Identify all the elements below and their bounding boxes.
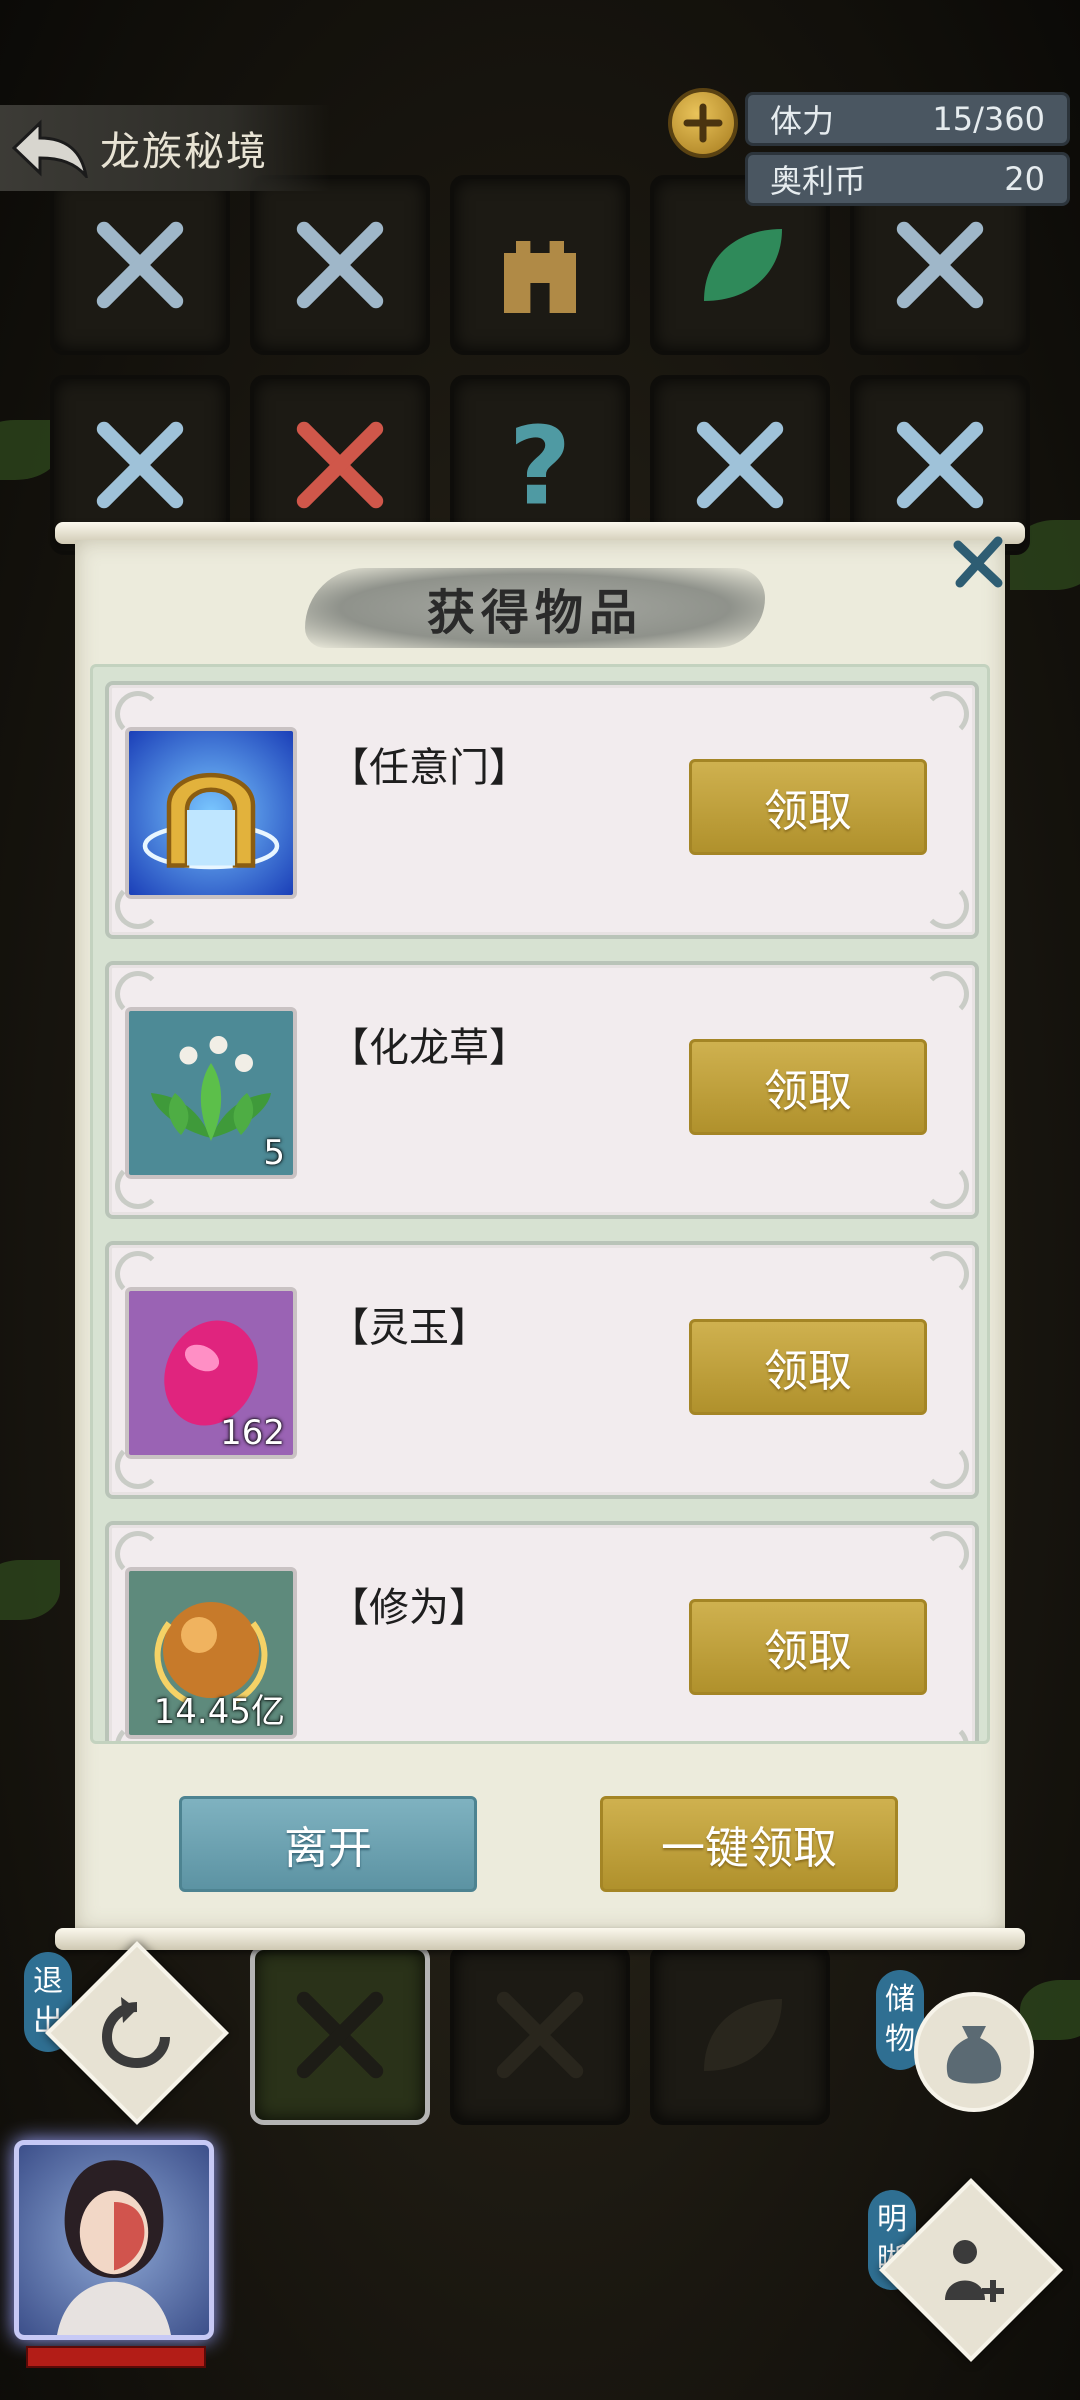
dialog-title: 获得物品	[426, 585, 643, 641]
scroll-rod-bottom	[55, 1928, 1025, 1950]
add-stamina-button[interactable]	[668, 88, 738, 158]
crossed-swords-icon	[96, 221, 184, 309]
page-title: 龙族秘境	[100, 129, 268, 175]
reward-item: 【任意门】 领取	[105, 681, 979, 939]
plus-icon	[683, 103, 723, 143]
crossed-swords-icon	[96, 421, 184, 509]
close-icon	[953, 536, 1003, 588]
claim-button[interactable]: 领取	[689, 759, 927, 855]
leave-button[interactable]: 离开	[179, 1796, 477, 1892]
cloud-ornament	[923, 1163, 969, 1209]
crossed-swords-icon	[896, 421, 984, 509]
reward-dialog: 获得物品 【任意门】 领取 5 【化龙草】 领取 162 【灵玉】 领取 14.…	[55, 522, 1025, 1950]
character-plus-icon	[906, 2205, 1036, 2335]
coin-label: 奥利币	[770, 162, 867, 200]
coin-display: 奥利币 20	[745, 152, 1070, 206]
stamina-display: 体力 15/360	[745, 92, 1070, 146]
cloud-ornament	[923, 883, 969, 929]
herb-cell[interactable]	[650, 1945, 830, 2125]
claim-all-button[interactable]: 一键领取	[600, 1796, 898, 1892]
stamina-label: 体力	[770, 102, 835, 140]
reward-item-count: 14.45亿	[153, 1692, 285, 1732]
coin-value: 20	[1004, 160, 1045, 198]
money-bag-icon	[946, 2026, 1002, 2084]
back-button[interactable]	[0, 105, 100, 191]
claim-button[interactable]: 领取	[689, 1319, 927, 1415]
cloud-ornament	[923, 1723, 969, 1741]
title-bar: 龙族秘境	[0, 105, 330, 191]
player-health-bar	[26, 2346, 206, 2368]
crossed-swords-icon	[896, 221, 984, 309]
reward-item-name: 【化龙草】	[329, 1025, 529, 1071]
claim-button[interactable]: 领取	[689, 1039, 927, 1135]
storage-bag-button[interactable]	[914, 1992, 1034, 2112]
cultivation-orb-icon: 14.45亿	[125, 1567, 297, 1739]
dragon-herb-icon: 5	[125, 1007, 297, 1179]
svg-text:?: ?	[509, 405, 572, 525]
cloud-ornament	[923, 691, 969, 737]
back-arrow-icon	[11, 119, 88, 178]
leaf-icon	[704, 1999, 782, 2071]
cloud-ornament	[923, 1251, 969, 1297]
reward-item: 5 【化龙草】 领取	[105, 961, 979, 1219]
reward-item-name: 【灵玉】	[329, 1305, 489, 1351]
battle-cell[interactable]	[450, 1945, 630, 2125]
player-avatar[interactable]	[14, 2140, 214, 2340]
reward-item-count: 162	[220, 1413, 285, 1453]
reward-item: 162 【灵玉】 领取	[105, 1241, 979, 1499]
castle-icon	[504, 241, 576, 313]
leaf-icon	[704, 229, 782, 301]
cloud-ornament	[923, 1531, 969, 1577]
battle-cell[interactable]	[50, 175, 230, 355]
reward-item: 14.45亿 【修为】 领取	[105, 1521, 979, 1741]
character-portrait-icon	[57, 2160, 171, 2335]
reward-item-count: 5	[263, 1133, 285, 1173]
stamina-value: 15/360	[932, 100, 1045, 138]
cloud-ornament	[923, 1443, 969, 1489]
battle-cell[interactable]	[250, 175, 430, 355]
question-mark-icon: ?	[509, 405, 572, 525]
red-crossed-swords-icon	[296, 421, 384, 509]
crossed-swords-icon	[296, 221, 384, 309]
claim-button[interactable]: 领取	[689, 1599, 927, 1695]
current-position-cell[interactable]	[250, 1945, 430, 2125]
reward-item-name: 【修为】	[329, 1585, 489, 1631]
reward-list[interactable]: 【任意门】 领取 5 【化龙草】 领取 162 【灵玉】 领取 14.45亿 【…	[90, 664, 990, 1744]
golden-gate-icon	[125, 727, 297, 899]
cloud-ornament	[923, 971, 969, 1017]
spirit-jade-icon: 162	[125, 1287, 297, 1459]
castle-cell[interactable]	[450, 175, 630, 355]
close-button[interactable]	[943, 528, 1013, 598]
undo-arrow-icon	[72, 1968, 202, 2098]
crossed-swords-icon	[696, 421, 784, 509]
crossed-swords-icon	[296, 1991, 384, 2079]
reward-item-name: 【任意门】	[329, 745, 529, 791]
dialog-title-banner: 获得物品	[305, 558, 765, 658]
crossed-swords-icon	[496, 1991, 584, 2079]
